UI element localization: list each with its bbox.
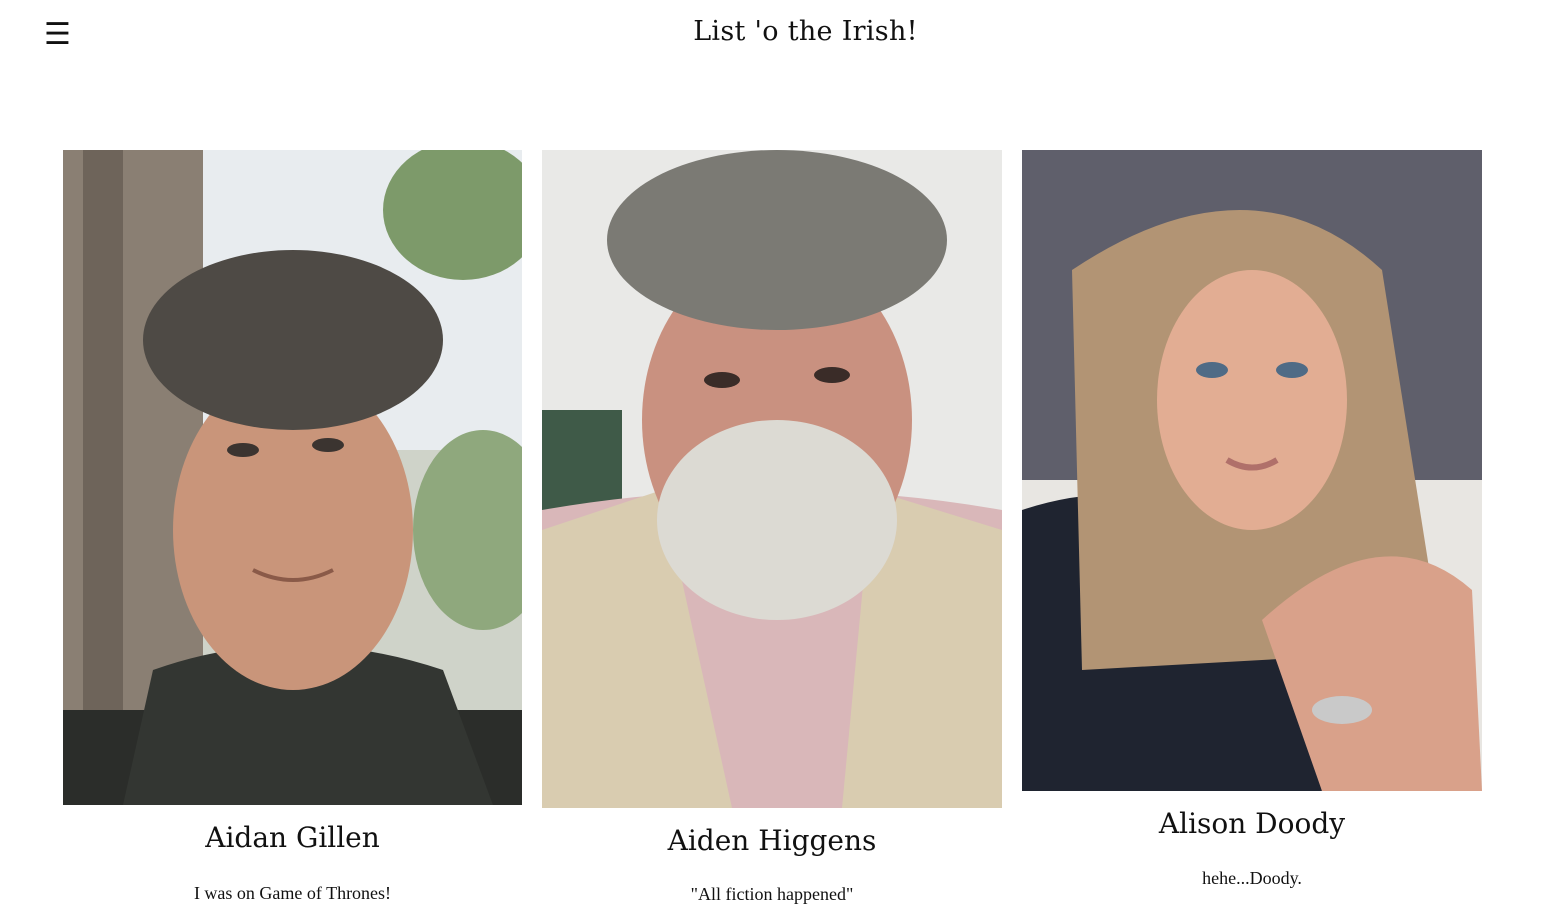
person-name: Alison Doody <box>1158 807 1346 840</box>
person-caption: hehe...Doody. <box>1202 868 1302 888</box>
portrait-photo[interactable] <box>542 150 1002 808</box>
person-name: Aiden Higgens <box>667 824 877 857</box>
person-caption: "All fiction happened" <box>690 884 854 904</box>
person-card-aiden-higgens[interactable]: Aiden Higgens "All fiction happened" <box>542 150 1002 905</box>
person-card-alison-doody[interactable]: Alison Doody hehe...Doody. <box>1022 150 1482 889</box>
person-card-aidan-gillen[interactable]: Aidan Gillen I was on Game of Thrones! <box>63 150 522 904</box>
person-caption: I was on Game of Thrones! <box>193 883 392 903</box>
portrait-photo[interactable] <box>63 150 522 805</box>
portrait-photo[interactable] <box>1022 150 1482 791</box>
person-name: Aidan Gillen <box>205 821 380 854</box>
page-title: List 'o the Irish! <box>693 16 918 47</box>
